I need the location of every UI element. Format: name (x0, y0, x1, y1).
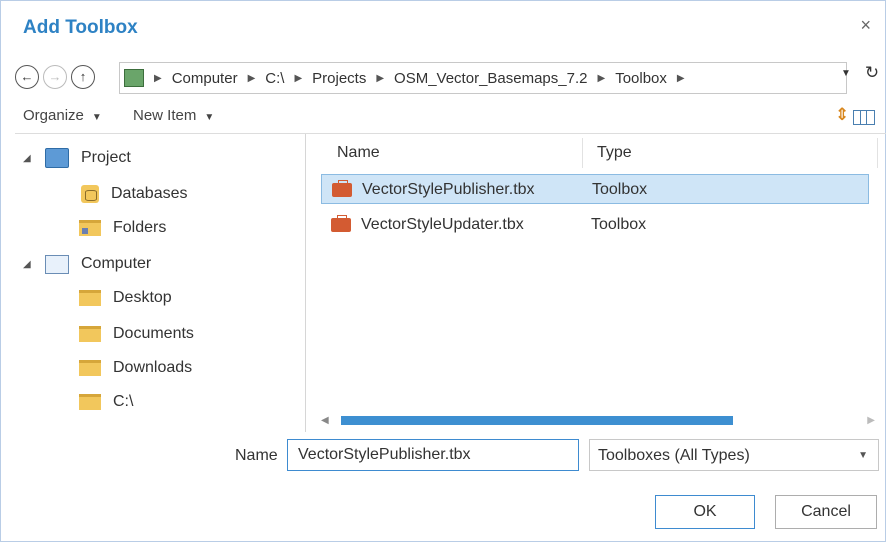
collapse-triangle-icon[interactable]: ◢ (23, 259, 45, 270)
scrollbar-thumb[interactable] (341, 416, 733, 425)
file-name: VectorStyleUpdater.tbx (361, 216, 524, 233)
chevron-down-icon: ▼ (858, 450, 868, 461)
tree-item-project[interactable]: ◢ Project (23, 144, 131, 172)
breadcrumb-item[interactable]: Toolbox (615, 70, 667, 87)
project-icon (45, 148, 69, 168)
chevron-right-icon: ▶ (294, 72, 303, 84)
ok-button[interactable]: OK (655, 495, 755, 529)
tree-item-label: Folders (113, 219, 167, 236)
tree-item-computer[interactable]: ◢ Computer (23, 250, 151, 278)
collapse-triangle-icon[interactable]: ◢ (23, 153, 45, 164)
breadcrumb-item[interactable]: Computer (172, 70, 238, 87)
breadcrumb-item[interactable]: Projects (312, 70, 366, 87)
type-filter-value: Toolboxes (All Types) (598, 447, 750, 464)
chevron-down-icon: ▼ (204, 112, 215, 123)
tree-item-c-drive[interactable]: C:\ (79, 388, 133, 416)
computer-icon (45, 254, 69, 274)
folder-icon (79, 326, 101, 342)
breadcrumb-item[interactable]: C:\ (265, 70, 284, 87)
type-filter-select[interactable]: Toolboxes (All Types) ▼ (589, 439, 879, 471)
tree-item-label: Desktop (113, 289, 172, 306)
address-bar: ← → ↑ ▶ Computer ▶ C:\ ▶ Projects ▶ OSM_… (15, 61, 883, 95)
column-header-name[interactable]: Name (337, 134, 380, 172)
folders-icon (79, 220, 101, 236)
column-divider[interactable] (582, 138, 583, 168)
name-input[interactable] (287, 439, 579, 471)
file-type: Toolbox (592, 181, 648, 198)
file-row[interactable]: VectorStyleUpdater.tbx Toolbox (321, 210, 869, 240)
database-folder-icon (81, 185, 99, 203)
chevron-right-icon: ▶ (376, 72, 385, 84)
tree-item-documents[interactable]: Documents (79, 320, 194, 348)
toolbox-icon (332, 180, 352, 197)
command-bar: Organize ▼ New Item ▼ ⇕ (1, 103, 885, 131)
new-item-label: New Item (133, 107, 197, 124)
new-item-menu[interactable]: New Item ▼ (133, 107, 214, 124)
folder-icon (79, 360, 101, 376)
tree-item-label: Computer (81, 255, 152, 272)
close-icon[interactable]: × (860, 15, 871, 36)
tree-item-folders[interactable]: Folders (79, 214, 166, 242)
breadcrumb[interactable]: ▶ Computer ▶ C:\ ▶ Projects ▶ OSM_Vector… (119, 62, 847, 94)
file-name: VectorStylePublisher.tbx (362, 181, 535, 198)
tree-item-label: Databases (111, 185, 188, 202)
add-toolbox-dialog: Add Toolbox × ← → ↑ ▶ Computer ▶ C:\ ▶ P… (0, 0, 886, 542)
toolbox-icon (331, 215, 351, 232)
scroll-right-icon[interactable]: ▶ (867, 415, 875, 426)
folder-icon (79, 394, 101, 410)
chevron-right-icon: ▶ (154, 72, 162, 84)
scroll-left-icon[interactable]: ◀ (321, 415, 329, 426)
dialog-footer: Name Toolboxes (All Types) ▼ OK Cancel (1, 433, 885, 541)
sort-icon[interactable]: ⇕ (835, 105, 849, 125)
view-options-icon[interactable] (853, 110, 875, 125)
breadcrumb-item[interactable]: OSM_Vector_Basemaps_7.2 (394, 70, 587, 87)
organize-menu[interactable]: Organize ▼ (23, 107, 102, 124)
tree-item-desktop[interactable]: Desktop (79, 284, 172, 312)
file-type: Toolbox (591, 216, 647, 233)
dialog-title: Add Toolbox (23, 17, 138, 38)
forward-button[interactable]: → (43, 65, 67, 89)
back-button[interactable]: ← (15, 65, 39, 89)
name-label: Name (235, 447, 278, 464)
address-dropdown-icon[interactable]: ▼ (841, 68, 851, 79)
tree-item-label: Project (81, 149, 131, 166)
tree-item-label: C:\ (113, 393, 134, 410)
map-location-icon (124, 69, 144, 87)
file-row[interactable]: VectorStylePublisher.tbx Toolbox (321, 174, 869, 204)
chevron-down-icon: ▼ (91, 112, 102, 123)
horizontal-scrollbar[interactable]: ◀ ▶ (321, 414, 875, 428)
cancel-button[interactable]: Cancel (775, 495, 877, 529)
refresh-button[interactable]: ↻ (861, 63, 883, 91)
browser-panes: ◢ Project Databases Folders ◢ Computer D… (15, 133, 886, 434)
chevron-right-icon: ▶ (597, 72, 606, 84)
chevron-right-icon: ▶ (676, 72, 685, 84)
up-button[interactable]: ↑ (71, 65, 95, 89)
folder-icon (79, 290, 101, 306)
file-list: Name Type VectorStylePublisher.tbx Toolb… (307, 134, 886, 432)
organize-label: Organize (23, 107, 84, 124)
tree-item-label: Downloads (113, 359, 193, 376)
chevron-right-icon: ▶ (247, 72, 256, 84)
tree-item-databases[interactable]: Databases (81, 180, 188, 208)
navigation-tree: ◢ Project Databases Folders ◢ Computer D… (15, 134, 306, 432)
tree-item-label: Documents (113, 325, 194, 342)
title-bar: Add Toolbox × (1, 1, 885, 53)
column-header-type[interactable]: Type (597, 134, 632, 172)
column-divider[interactable] (877, 138, 878, 168)
tree-item-downloads[interactable]: Downloads (79, 354, 192, 382)
